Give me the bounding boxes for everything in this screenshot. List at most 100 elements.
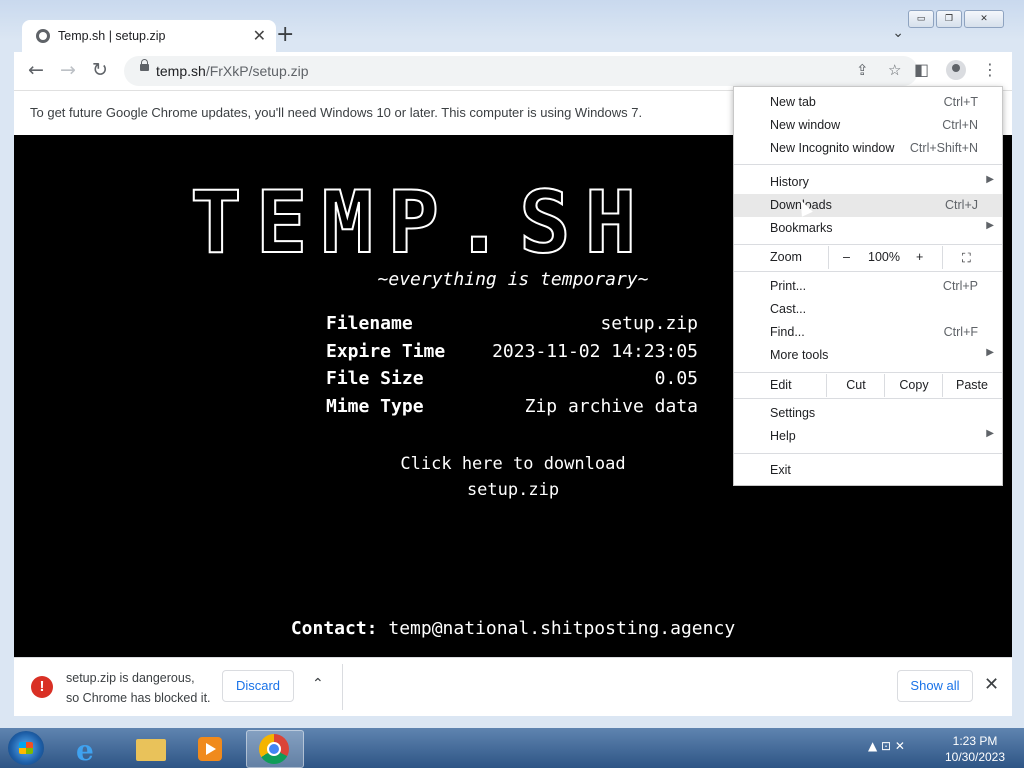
show-all-button[interactable]: Show all	[897, 670, 973, 702]
reload-icon[interactable]: ↻	[92, 59, 108, 81]
taskbar-chrome[interactable]	[246, 730, 304, 768]
tab-strip: Temp.sh | setup.zip ✕ + ⌄	[14, 18, 1012, 52]
star-icon[interactable]: ☆	[888, 61, 901, 79]
menu-label: New Incognito window	[770, 141, 895, 155]
info-key: Expire Time	[326, 340, 446, 362]
menu-divider	[734, 453, 1002, 454]
close-tab-icon[interactable]: ✕	[253, 26, 266, 46]
menu-item-print[interactable]: Print... Ctrl+P	[734, 275, 1002, 298]
menu-item-new-tab[interactable]: New tab Ctrl+T	[734, 91, 1002, 114]
menu-label: More tools	[770, 348, 829, 362]
info-key: Mime Type	[326, 395, 424, 417]
menu-shortcut: Ctrl+N	[942, 118, 978, 132]
menu-shortcut: Ctrl+J	[945, 198, 978, 212]
file-info-table: Filename setup.zip Expire Time 2023-11-0…	[326, 313, 698, 423]
fullscreen-icon[interactable]: ⛶	[962, 250, 971, 266]
forward-icon[interactable]: →	[60, 59, 76, 81]
kebab-menu-icon[interactable]: ⋮	[982, 60, 998, 79]
address-bar[interactable]: temp.sh/FrXkP/setup.zip ⇪ ☆	[124, 56, 918, 86]
menu-shortcut: Ctrl+F	[943, 325, 978, 339]
contact-email[interactable]: temp@national.shitposting.agency	[388, 618, 735, 639]
menu-item-cast[interactable]: Cast...	[734, 298, 1002, 321]
cut-button[interactable]: Cut	[826, 374, 885, 397]
zoom-out-button[interactable]: –	[843, 250, 850, 264]
back-icon[interactable]: ←	[28, 59, 44, 81]
menu-shortcut: Ctrl+T	[943, 95, 978, 109]
chrome-window: ▭ ❐ ✕ Temp.sh | setup.zip ✕ + ⌄ ← → ↻ te…	[0, 0, 1024, 728]
info-value: setup.zip	[600, 313, 698, 334]
download-shelf: ! setup.zip is dangerous, so Chrome has …	[14, 657, 1012, 716]
internet-explorer-icon: e	[76, 734, 94, 767]
zoom-label: Zoom	[770, 250, 802, 264]
lock-icon[interactable]	[140, 59, 149, 71]
info-key: File Size	[326, 368, 424, 389]
info-row-expire: Expire Time 2023-11-02 14:23:05	[326, 341, 698, 369]
taskbar-explorer[interactable]	[122, 730, 178, 766]
info-key: Filename	[326, 313, 413, 334]
info-row-size: File Size 0.05	[326, 368, 698, 396]
menu-label: Print...	[770, 279, 807, 293]
media-player-icon	[198, 737, 222, 761]
menu-item-exit[interactable]: Exit	[734, 459, 1002, 482]
warning-line1: setup.zip is dangerous,	[66, 671, 195, 685]
zoom-level: 100%	[868, 250, 900, 264]
discard-button[interactable]: Discard	[222, 670, 294, 702]
menu-label: New tab	[770, 95, 816, 109]
download-warning: setup.zip is dangerous, so Chrome has bl…	[66, 668, 211, 708]
profile-avatar-icon[interactable]	[946, 60, 966, 80]
toolbar: ← → ↻ temp.sh/FrXkP/setup.zip ⇪ ☆ ◧ ⋮	[14, 52, 1012, 90]
danger-icon: !	[31, 676, 53, 698]
taskbar-clock[interactable]: 1:23 PM 10/30/2023	[940, 733, 1010, 765]
menu-item-more-tools[interactable]: More tools ▶	[734, 344, 1002, 367]
contact-label: Contact:	[290, 618, 378, 639]
menu-item-find[interactable]: Find... Ctrl+F	[734, 321, 1002, 344]
tab-title: Temp.sh | setup.zip	[58, 29, 166, 43]
share-icon[interactable]: ⇪	[856, 61, 869, 79]
menu-divider	[734, 372, 1002, 373]
submenu-arrow-icon: ▶	[986, 174, 994, 185]
info-value: Zip archive data	[524, 395, 698, 417]
menu-divider	[734, 271, 1002, 272]
url-host: temp.sh	[156, 63, 206, 79]
taskbar-media-player[interactable]	[182, 730, 238, 766]
copy-button[interactable]: Copy	[884, 374, 943, 397]
infobar-text: To get future Google Chrome updates, you…	[30, 105, 643, 120]
menu-label: New window	[770, 118, 841, 132]
warning-line2: so Chrome has blocked it.	[66, 691, 211, 705]
side-panel-icon[interactable]: ◧	[914, 60, 929, 79]
menu-item-bookmarks[interactable]: Bookmarks ▶	[734, 217, 1002, 240]
taskbar: e ▲ ⊡ ✕ 1:23 PM 10/30/2023	[0, 728, 1024, 768]
tab-temp-sh[interactable]: Temp.sh | setup.zip ✕	[22, 20, 276, 52]
menu-label: Bookmarks	[770, 221, 833, 235]
submenu-arrow-icon: ▶	[986, 428, 994, 439]
close-shelf-icon[interactable]: ✕	[984, 674, 999, 695]
paste-button[interactable]: Paste	[942, 374, 1001, 397]
menu-item-downloads[interactable]: Downloads Ctrl+J	[734, 194, 1002, 217]
url-text[interactable]: temp.sh/FrXkP/setup.zip	[156, 63, 309, 79]
menu-item-history[interactable]: History ▶	[734, 171, 1002, 194]
windows-logo-icon	[19, 742, 33, 754]
tab-search-icon[interactable]: ⌄	[892, 24, 904, 41]
submenu-arrow-icon: ▶	[986, 347, 994, 358]
chevron-up-icon[interactable]: ⌃	[312, 676, 324, 692]
divider	[342, 664, 343, 710]
system-tray-icons[interactable]: ▲ ⊡ ✕	[868, 739, 905, 753]
menu-shortcut: Ctrl+Shift+N	[909, 141, 978, 155]
menu-divider	[734, 244, 1002, 245]
menu-item-new-window[interactable]: New window Ctrl+N	[734, 114, 1002, 137]
menu-item-settings[interactable]: Settings	[734, 402, 1002, 425]
menu-item-help[interactable]: Help ▶	[734, 425, 1002, 448]
globe-icon	[36, 29, 50, 43]
menu-divider	[734, 398, 1002, 399]
menu-label: Exit	[770, 463, 791, 477]
zoom-in-button[interactable]: +	[916, 250, 923, 264]
start-button[interactable]	[8, 731, 44, 765]
menu-label: Help	[770, 429, 796, 443]
taskbar-ie[interactable]: e	[62, 730, 118, 767]
submenu-arrow-icon: ▶	[986, 220, 994, 231]
folder-icon	[136, 739, 166, 761]
menu-divider	[734, 164, 1002, 165]
menu-item-incognito[interactable]: New Incognito window Ctrl+Shift+N	[734, 137, 1002, 160]
new-tab-icon[interactable]: +	[276, 22, 294, 47]
info-value: 2023-11-02 14:23:05	[492, 340, 698, 362]
